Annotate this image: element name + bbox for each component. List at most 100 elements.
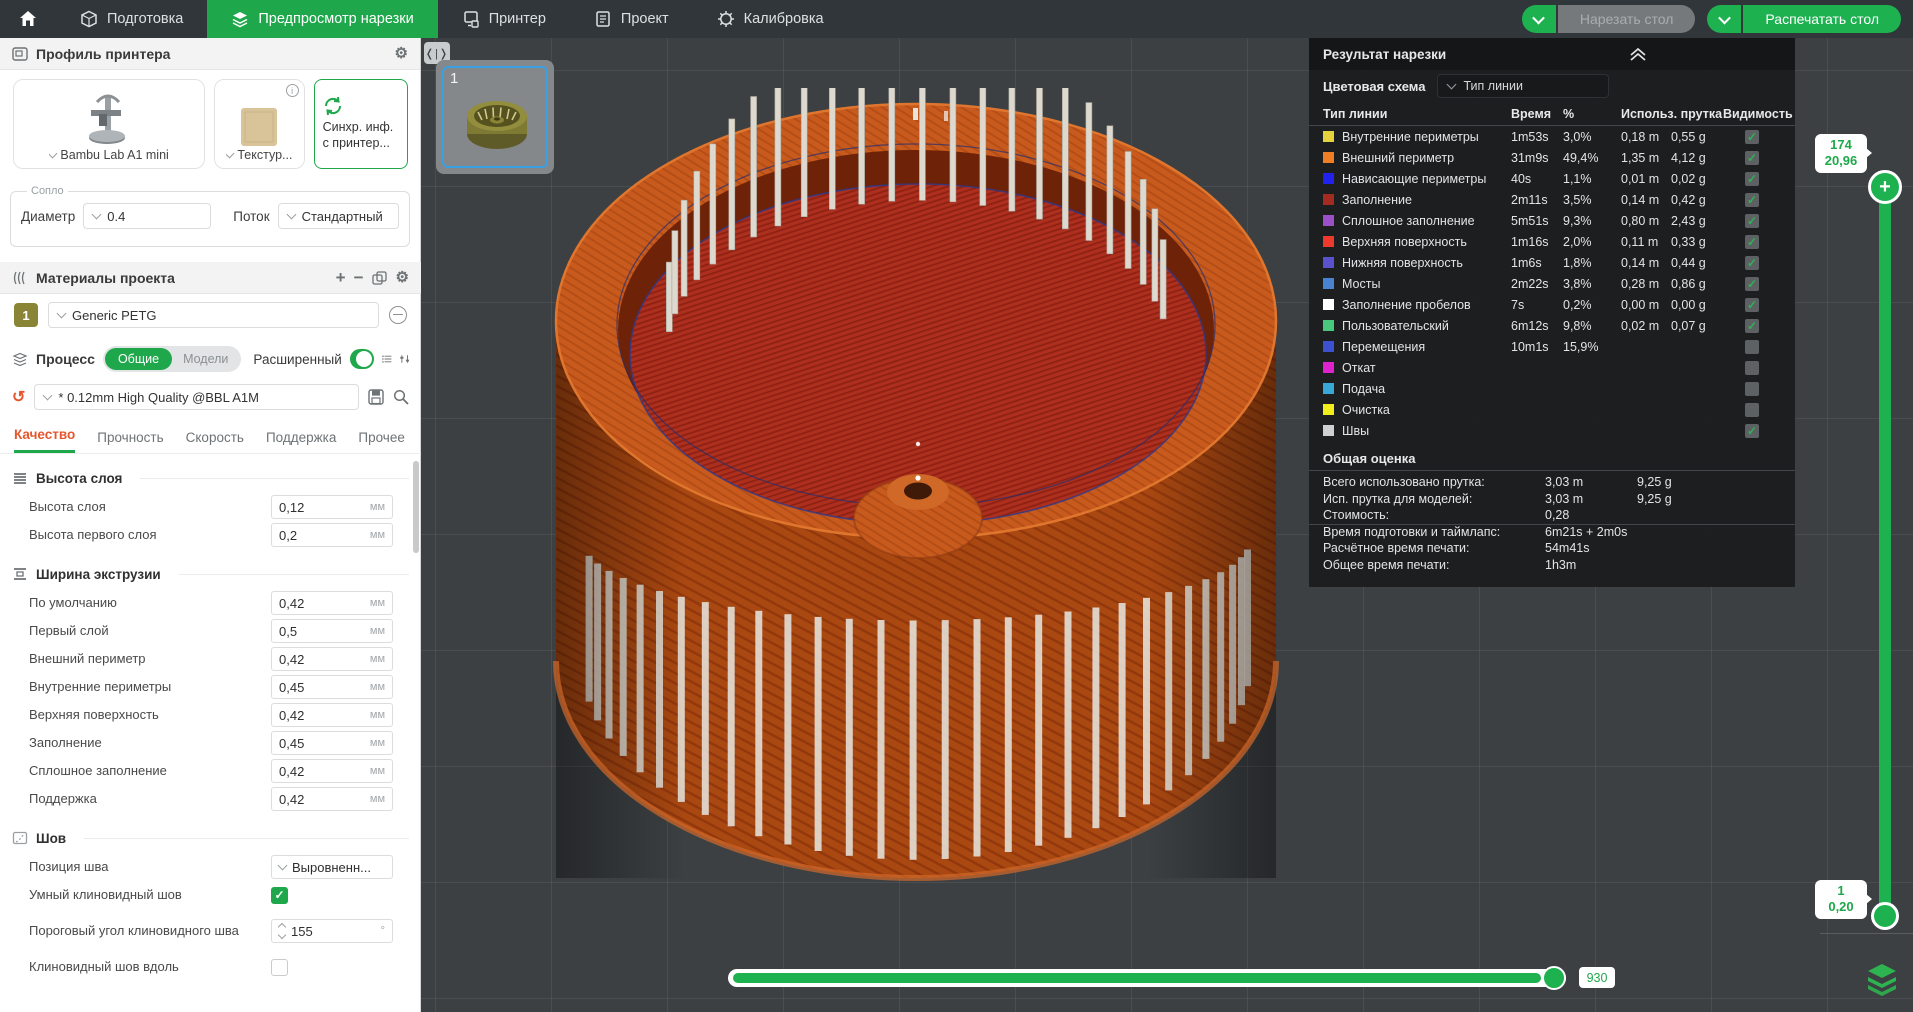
model-3d-impeller[interactable] xyxy=(536,88,1296,908)
setting-input[interactable] xyxy=(291,923,375,939)
layers-view-icon[interactable] xyxy=(1864,960,1900,996)
layer-slider-bottom-handle[interactable] xyxy=(1871,902,1899,930)
save-profile-icon[interactable] xyxy=(368,389,384,405)
layer-slider-top-handle[interactable]: + xyxy=(1868,170,1902,204)
setting-unit: мм xyxy=(369,737,385,749)
spinner-arrows-icon[interactable] xyxy=(277,922,287,940)
visibility-checkbox[interactable]: ✓ xyxy=(1745,255,1759,270)
setting-label: Верхняя поверхность xyxy=(29,707,159,723)
settings-tab-Качество[interactable]: Качество xyxy=(14,427,76,453)
sync-filament-list-icon[interactable] xyxy=(371,270,388,285)
home-button[interactable] xyxy=(0,0,56,38)
visibility-checkbox[interactable]: ✓ xyxy=(1745,150,1759,165)
filament-select[interactable]: Generic PETG xyxy=(48,302,379,328)
setting-checkbox[interactable]: ✓ xyxy=(271,886,288,904)
setting-input[interactable] xyxy=(279,623,364,639)
slicing-result-panel: Результат нарезки Цветовая схема Тип лин… xyxy=(1309,38,1795,587)
nav-tab-icon xyxy=(717,11,734,27)
visibility-checkbox[interactable] xyxy=(1745,381,1759,396)
process-objects-segment[interactable]: Модели xyxy=(172,352,239,366)
line-type-label: Перемещения xyxy=(1342,339,1426,354)
preview-3d-viewport[interactable]: ❬|❭ 1 Результат нарезки Цветовая схема Т… xyxy=(421,38,1913,1012)
setting-input[interactable] xyxy=(279,527,364,543)
line-type-weight: 0,42 g xyxy=(1671,192,1706,207)
visibility-checkbox[interactable]: ✓ xyxy=(1745,171,1759,186)
visibility-cell: ✓ xyxy=(1723,297,1781,312)
sidebar-scrollbar[interactable] xyxy=(412,455,419,1012)
settings-tab-Поддержка[interactable]: Поддержка xyxy=(266,430,336,453)
collapse-panel-icon[interactable] xyxy=(1627,45,1649,63)
search-settings-icon[interactable] xyxy=(393,389,409,405)
setting-input[interactable] xyxy=(279,735,364,751)
print-plate-button[interactable]: Распечатать стол xyxy=(1743,5,1901,33)
moves-slider[interactable] xyxy=(728,966,1566,990)
slice-plate-button[interactable]: Нарезать стол xyxy=(1557,5,1696,33)
add-filament-icon[interactable]: + xyxy=(336,269,346,286)
print-options-dropdown[interactable] xyxy=(1707,5,1742,33)
visibility-checkbox[interactable]: ✓ xyxy=(1745,297,1759,312)
info-icon[interactable]: i xyxy=(285,84,299,97)
setting-row: Пороговый угол клиновидного шва ° xyxy=(0,909,409,953)
advanced-toggle[interactable] xyxy=(349,349,374,369)
sync-printer-card[interactable]: Синхр. инф. с принтер... xyxy=(313,79,408,169)
filament-settings-gear-icon[interactable]: ⚙ xyxy=(396,270,409,285)
result-panel-header: Результат нарезки xyxy=(1309,38,1795,70)
process-global-segment[interactable]: Общие xyxy=(104,348,173,370)
settings-tab-Прочее[interactable]: Прочее xyxy=(358,430,404,453)
line-type-weight: 0,33 g xyxy=(1671,234,1706,249)
nav-tab-4[interactable]: Проект xyxy=(570,0,693,38)
plate-type-card[interactable]: i Текстур... xyxy=(214,79,305,169)
remove-filament-icon[interactable]: − xyxy=(354,269,364,286)
setting-input[interactable] xyxy=(279,679,364,695)
visibility-checkbox[interactable] xyxy=(1745,402,1759,417)
visibility-checkbox[interactable]: ✓ xyxy=(1745,234,1759,249)
layer-slider[interactable]: + xyxy=(1868,170,1902,930)
section-title: Ширина экструзии xyxy=(36,566,161,582)
filament-color-swatch[interactable]: 1 xyxy=(14,303,38,327)
setting-input[interactable] xyxy=(279,763,364,779)
nozzle-diameter-select[interactable]: 0.4 xyxy=(83,203,212,229)
tune-icon[interactable] xyxy=(399,352,409,366)
settings-tab-Прочность[interactable]: Прочность xyxy=(97,430,163,453)
flow-select[interactable]: Стандартный xyxy=(277,203,399,229)
summary-value: 6m21s + 2m0s xyxy=(1545,525,1628,540)
nav-tab-1[interactable]: Подготовка xyxy=(56,0,207,38)
setting-input[interactable] xyxy=(279,791,364,807)
nav-tab-5[interactable]: Калибровка xyxy=(693,0,848,38)
list-view-icon[interactable] xyxy=(381,352,392,366)
visibility-checkbox[interactable]: ✓ xyxy=(1745,192,1759,207)
line-type-pct: 49,4% xyxy=(1563,150,1599,165)
scrollbar-thumb[interactable] xyxy=(413,461,419,553)
visibility-checkbox[interactable]: ✓ xyxy=(1745,129,1759,144)
line-type-row: Заполнение пробелов 7s 0,2% 0,00 m 0,00 g ✓ xyxy=(1309,294,1795,315)
line-type-name: Пользовательский xyxy=(1323,319,1511,333)
setting-input[interactable] xyxy=(279,651,364,667)
setting-row: Сплошное заполнение мм xyxy=(0,757,409,785)
setting-unit: мм xyxy=(369,709,385,721)
setting-label: Внешний периметр xyxy=(29,651,146,667)
visibility-checkbox[interactable]: ✓ xyxy=(1745,213,1759,228)
color-scheme-select[interactable]: Тип линии xyxy=(1437,74,1610,98)
slice-options-dropdown[interactable] xyxy=(1521,5,1556,33)
setting-input[interactable] xyxy=(279,499,364,515)
setting-input[interactable] xyxy=(279,707,364,723)
nav-tab-2[interactable]: Предпросмотр нарезки xyxy=(207,0,438,38)
printer-card[interactable]: Bambu Lab A1 mini xyxy=(13,79,206,169)
visibility-checkbox[interactable]: ✓ xyxy=(1745,276,1759,291)
setting-input[interactable] xyxy=(279,595,364,611)
setting-label: Умный клиновидный шов xyxy=(29,887,182,903)
printer-settings-gear-icon[interactable]: ⚙ xyxy=(395,46,408,61)
visibility-checkbox[interactable] xyxy=(1745,339,1759,354)
visibility-checkbox[interactable]: ✓ xyxy=(1745,423,1759,438)
reset-profile-icon[interactable]: ↻ xyxy=(12,387,25,407)
setting-select[interactable]: Выровненн... xyxy=(271,855,393,879)
settings-tab-Скорость[interactable]: Скорость xyxy=(186,430,244,453)
moves-slider-handle[interactable] xyxy=(1542,966,1566,990)
visibility-checkbox[interactable] xyxy=(1745,360,1759,375)
filament-edit-icon[interactable] xyxy=(389,306,407,324)
process-title: Процесс xyxy=(36,351,95,367)
visibility-checkbox[interactable]: ✓ xyxy=(1745,318,1759,333)
setting-checkbox[interactable] xyxy=(271,958,288,976)
process-profile-select[interactable]: * 0.12mm High Quality @BBL A1M xyxy=(34,384,359,410)
nav-tab-3[interactable]: Принтер xyxy=(438,0,570,38)
